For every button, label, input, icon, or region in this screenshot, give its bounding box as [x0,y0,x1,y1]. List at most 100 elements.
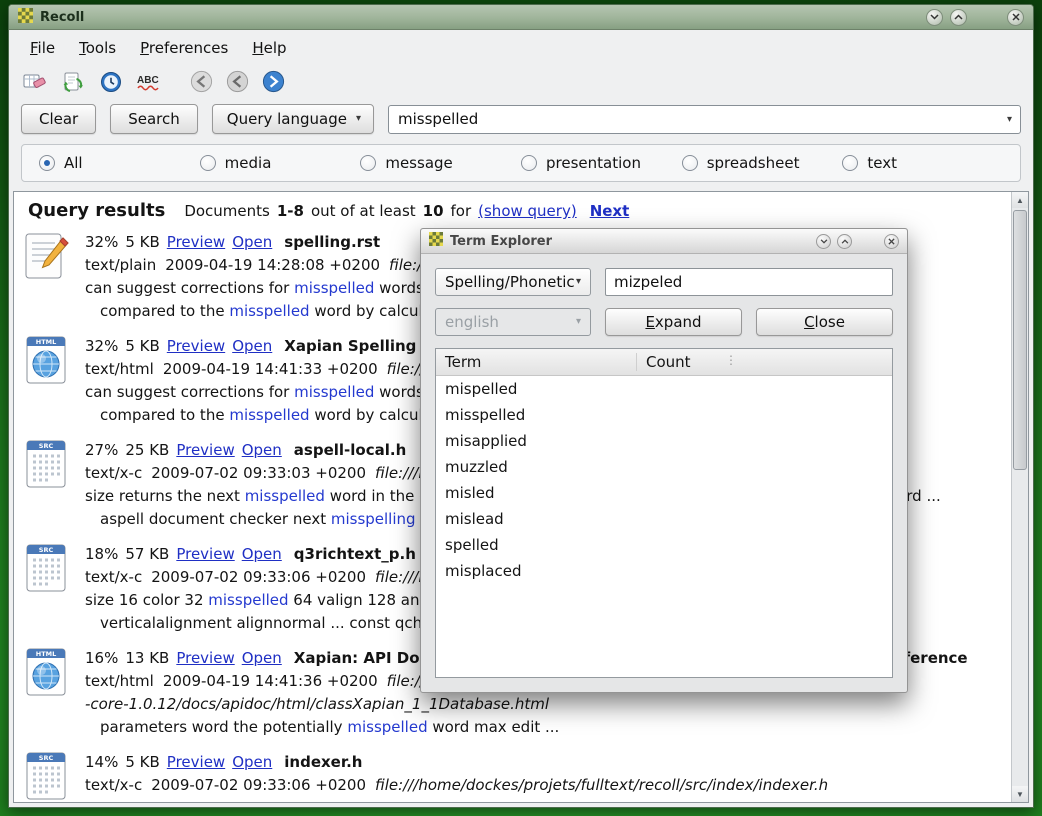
close-button[interactable] [1007,9,1024,26]
radio-icon[interactable] [200,155,216,171]
result-title: q3richtext_p.h [294,545,416,563]
erase-field-button[interactable] [21,68,48,95]
radio-icon[interactable] [682,155,698,171]
history-clock-button[interactable] [97,68,124,95]
term-row[interactable]: misapplied [436,428,892,454]
query-language-dropdown[interactable]: Query language ▾ [212,104,374,134]
maximize-button[interactable] [950,9,967,26]
snippet-text: compared to the [100,302,229,320]
filter-presentation[interactable]: presentation [521,154,682,172]
filter-spreadsheet[interactable]: spreadsheet [682,154,843,172]
preview-link[interactable]: Preview [176,649,234,667]
preview-link[interactable]: Preview [167,753,225,771]
previous-page-button[interactable] [224,68,251,95]
menu-preferences[interactable]: Preferences [129,34,239,62]
query-combobox[interactable]: ▾ [388,105,1021,134]
count-column-header[interactable]: Count [636,353,892,371]
term-explorer-dialog: Term Explorer Spelling/Phonetic ▾ [420,228,908,693]
term-cell: misled [436,484,636,502]
svg-text:ABC: ABC [137,75,159,86]
expand-button[interactable]: Expand [605,308,742,336]
dialog-titlebar[interactable]: Term Explorer [421,229,907,254]
term-row[interactable]: mispelled [436,376,892,402]
dialog-close-button[interactable] [884,234,899,249]
toolbar: ABC [9,66,1033,102]
query-input[interactable] [389,110,1020,128]
term-row[interactable]: misled [436,480,892,506]
open-link[interactable]: Open [242,545,282,563]
scroll-down-icon[interactable]: ▼ [1012,786,1028,802]
term-row[interactable]: muzzled [436,454,892,480]
search-button[interactable]: Search [110,104,198,134]
menu-tools[interactable]: Tools [68,34,127,62]
term-row[interactable]: mislead [436,506,892,532]
combo-arrow-icon[interactable]: ▾ [1007,115,1012,125]
radio-icon[interactable] [360,155,376,171]
filter-label: text [867,154,897,172]
open-link[interactable]: Open [242,649,282,667]
term-table: Term Count ⋮ mispelledmisspelledmisappli… [435,348,893,678]
next-page-link[interactable]: Next [590,202,630,220]
result-title: spelling.rst [284,233,380,251]
svg-text:SRC: SRC [39,442,54,450]
filter-text[interactable]: text [842,154,1003,172]
open-link[interactable]: Open [232,753,272,771]
open-link[interactable]: Open [232,233,272,251]
highlighted-term: misspelled [229,406,309,424]
term-row[interactable]: spelled [436,532,892,558]
file-size: 13 KB [125,649,169,667]
preview-link[interactable]: Preview [167,337,225,355]
preview-link[interactable]: Preview [176,441,234,459]
minimize-button[interactable] [926,9,943,26]
highlighted-term: misspelled [294,279,374,297]
relevance-percent: 18% [85,545,118,563]
first-page-button[interactable] [188,68,215,95]
show-query-link[interactable]: (show query) [478,202,577,220]
close-dialog-button[interactable]: Close [756,308,893,336]
header-splitter-icon[interactable]: ⋮ [725,353,737,367]
of-label: out of at least [311,202,416,220]
titlebar[interactable]: Recoll [9,5,1033,30]
radio-icon[interactable] [842,155,858,171]
source-icon: SRC [24,751,70,801]
filter-media[interactable]: media [200,154,361,172]
results-scrollbar[interactable]: ▲ ▼ [1011,192,1028,802]
scrollbar-track[interactable] [1012,208,1028,786]
toolbar-icons: ABC [21,68,162,95]
result-title: aspell-local.h [294,441,406,459]
scrollbar-thumb[interactable] [1013,210,1027,470]
results-header: Query results Documents 1-8 out of at le… [24,199,1007,231]
expansion-mode-dropdown[interactable]: Spelling/Phonetic ▾ [435,268,591,296]
open-link[interactable]: Open [232,337,272,355]
term-row[interactable]: misplaced [436,558,892,584]
term-input-box[interactable] [605,268,893,296]
term-table-header[interactable]: Term Count ⋮ [436,349,892,376]
for-label: for [451,202,472,220]
open-link[interactable]: Open [242,441,282,459]
scroll-up-icon[interactable]: ▲ [1012,192,1028,208]
filter-message[interactable]: message [360,154,521,172]
first-page-icon [189,69,214,94]
dialog-maximize-button[interactable] [837,234,852,249]
menu-help[interactable]: Help [241,34,297,62]
term-column-header[interactable]: Term [436,353,636,371]
relevance-percent: 16% [85,649,118,667]
radio-icon[interactable] [39,155,55,171]
clear-button[interactable]: Clear [21,104,96,134]
term-cell: spelled [436,536,636,554]
dialog-body: Spelling/Phonetic ▾ english ▾ Expand Clo… [421,254,907,692]
doc-date: 2009-07-02 09:33:06 +0200 [151,568,366,586]
dialog-minimize-button[interactable] [816,234,831,249]
menu-file[interactable]: File [19,34,66,62]
term-input[interactable] [606,269,892,295]
term-row[interactable]: misspelled [436,402,892,428]
next-page-button[interactable] [260,68,287,95]
filter-all[interactable]: All [39,154,200,172]
snippet-line: parameters word the potentially misspell… [85,716,1007,739]
language-dropdown: english ▾ [435,308,591,336]
spellcheck-abc-button[interactable]: ABC [135,68,162,95]
radio-icon[interactable] [521,155,537,171]
preview-link[interactable]: Preview [176,545,234,563]
doc-update-button[interactable] [59,68,86,95]
preview-link[interactable]: Preview [167,233,225,251]
